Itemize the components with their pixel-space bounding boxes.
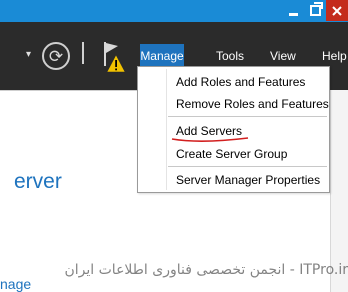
menu-icon-gutter: [166, 69, 167, 190]
content-divider: [0, 90, 137, 91]
minimize-button[interactable]: [282, 0, 304, 21]
refresh-icon[interactable]: ⟳: [42, 42, 70, 70]
menu-item-remove-roles[interactable]: Remove Roles and Features: [176, 97, 329, 111]
restore-icon: [309, 2, 323, 16]
window-titlebar: [0, 0, 348, 22]
page-title: erver: [14, 170, 62, 193]
menu-separator: [168, 166, 327, 167]
flag-warning-icon[interactable]: [102, 40, 126, 74]
menu-bar: Manage Tools View Help: [140, 44, 348, 68]
menu-item-server-manager-properties[interactable]: Server Manager Properties: [176, 173, 320, 187]
header-divider: [82, 42, 84, 64]
menu-manage[interactable]: Manage: [140, 44, 184, 68]
close-button[interactable]: [326, 0, 348, 21]
chevron-down-icon[interactable]: ▾: [26, 50, 36, 60]
menu-separator: [168, 116, 327, 117]
watermark-text: ITPro.ir - انجمن تخصصی فناوری اطلاعات ای…: [64, 262, 348, 278]
close-icon: [332, 5, 342, 16]
red-underline-annotation: [171, 137, 249, 142]
menu-tools[interactable]: Tools: [210, 44, 250, 68]
menu-item-create-server-group[interactable]: Create Server Group: [176, 147, 287, 161]
manage-dropdown-menu: Add Roles and Features Remove Roles and …: [137, 66, 330, 193]
manage-link[interactable]: nage: [0, 276, 31, 292]
minimize-icon: [288, 13, 298, 16]
menu-view[interactable]: View: [264, 44, 302, 68]
menu-item-add-roles[interactable]: Add Roles and Features: [176, 75, 305, 89]
maximize-button[interactable]: [304, 0, 326, 21]
menu-help[interactable]: Help: [316, 44, 348, 68]
